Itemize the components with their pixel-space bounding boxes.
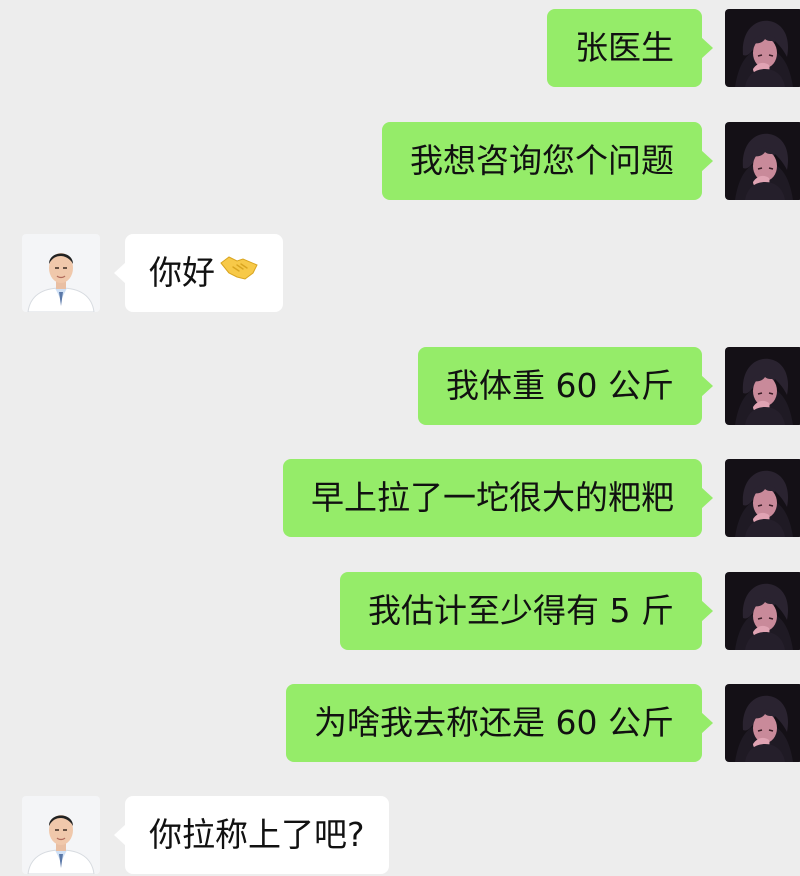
message-text: 早上拉了一坨很大的粑粑 (311, 478, 674, 517)
message-text: 张医生 (575, 28, 674, 67)
message-bubble-sent[interactable]: 早上拉了一坨很大的粑粑 (283, 459, 713, 537)
message-bubble-sent[interactable]: 我想咨询您个问题 (382, 122, 713, 200)
doctor-avatar[interactable] (22, 796, 100, 874)
message-text: 你拉称上了吧? (149, 815, 365, 854)
user-avatar[interactable] (725, 122, 800, 200)
message-row: 我估计至少得有 5 斤 (0, 572, 800, 652)
doctor-avatar[interactable] (22, 234, 100, 312)
handshake-emoji-icon (219, 233, 259, 311)
message-row: 张医生 (0, 9, 800, 89)
message-text: 我想咨询您个问题 (410, 141, 674, 180)
message-row: 你拉称上了吧? (0, 796, 800, 876)
message-bubble-sent[interactable]: 为啥我去称还是 60 公斤 (286, 684, 713, 762)
user-avatar[interactable] (725, 572, 800, 650)
message-row: 早上拉了一坨很大的粑粑 (0, 459, 800, 539)
message-text: 我估计至少得有 5 斤 (368, 591, 674, 630)
user-avatar[interactable] (725, 459, 800, 537)
message-row: 我想咨询您个问题 (0, 122, 800, 202)
message-text: 我体重 60 公斤 (446, 366, 674, 405)
message-bubble-sent[interactable]: 我估计至少得有 5 斤 (340, 572, 713, 650)
message-text: 为啥我去称还是 60 公斤 (314, 703, 674, 742)
message-bubble-sent[interactable]: 张医生 (547, 9, 713, 87)
user-avatar[interactable] (725, 347, 800, 425)
chat-area: 张医生 我想咨询您个问题 你好 我体重 60 公斤 早上拉了一坨很大的粑粑 我估… (0, 0, 800, 874)
message-bubble-received[interactable]: 你好 (114, 233, 283, 312)
user-avatar[interactable] (725, 9, 800, 87)
message-row: 你好 (0, 234, 800, 314)
message-bubble-received[interactable]: 你拉称上了吧? (114, 796, 389, 874)
message-row: 我体重 60 公斤 (0, 347, 800, 427)
message-text: 你好 (149, 253, 215, 292)
message-bubble-sent[interactable]: 我体重 60 公斤 (418, 347, 713, 425)
user-avatar[interactable] (725, 684, 800, 762)
message-row: 为啥我去称还是 60 公斤 (0, 684, 800, 764)
